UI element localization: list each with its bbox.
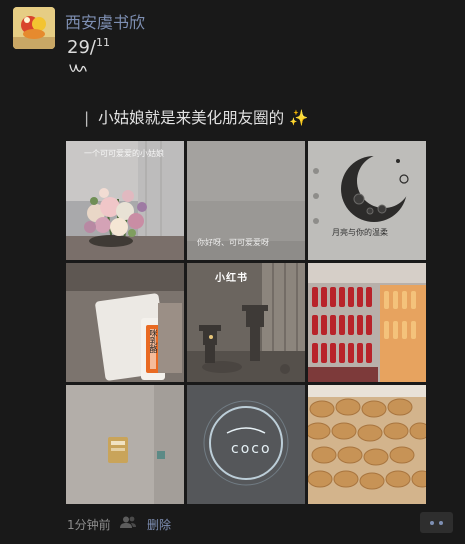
photo-flowers[interactable]: 一个可可爱爱的小姑娘 (66, 141, 184, 260)
photo-plain-wall[interactable]: 你好呀、可可爱爱呀 (187, 141, 305, 260)
photo-moon-drawing-image (308, 141, 426, 260)
post-date-day: 29/ (67, 37, 96, 58)
more-dots-icon (430, 520, 434, 525)
photo-stone-lanterns[interactable]: 小红书 (187, 263, 305, 382)
post-time: 1分钟前 (67, 518, 111, 532)
photo-plain-wall-text: 你好呀、可可爱爱呀 (197, 238, 269, 247)
photo-neon-sign-text: coco (231, 441, 272, 457)
post-date: 29/11 (67, 36, 110, 58)
photo-cola-fridge-image (308, 263, 426, 382)
photo-milk-tea-text: 咪乳酪 (149, 329, 158, 353)
photo-wall-sign-image (66, 385, 184, 504)
photo-flowers-text: 一个可可爱爱的小姑娘 (84, 149, 164, 158)
post-caption: | 小姑娘就是来美化朋友圈的 ✨ (84, 106, 308, 128)
username[interactable]: 西安虞书欣 (65, 9, 145, 33)
avatar[interactable] (13, 7, 55, 49)
post-date-month: 11 (95, 36, 110, 49)
photo-moon-drawing[interactable]: 月亮与你的温柔 (308, 141, 426, 260)
more-button[interactable] (420, 512, 453, 533)
caption-text: 小姑娘就是来美化朋友圈的 (98, 109, 285, 127)
avatar-image (13, 7, 55, 49)
photo-wall-sign[interactable] (66, 385, 184, 504)
caption-bar: | (84, 109, 90, 127)
photo-neon-sign[interactable]: coco (187, 385, 305, 504)
more-dots-icon (439, 520, 443, 525)
photo-bread-tray-image (308, 385, 426, 504)
photo-grid: 一个可可爱爱的小姑娘 你好呀、可可爱爱呀 月亮与你的温柔 咪乳酪 小红书 coc… (66, 141, 426, 504)
friends-icon[interactable] (119, 515, 137, 529)
photo-cola-fridge[interactable] (308, 263, 426, 382)
photo-milk-tea-image (66, 263, 184, 382)
signature-icon (69, 64, 87, 73)
photo-moon-drawing-text: 月亮与你的温柔 (332, 228, 388, 237)
photo-bread-tray[interactable] (308, 385, 426, 504)
photo-stone-lanterns-text: 小红书 (215, 273, 248, 284)
photo-milk-tea[interactable]: 咪乳酪 (66, 263, 184, 382)
delete-button[interactable]: 删除 (147, 516, 171, 533)
sparkle-emoji: ✨ (289, 109, 309, 127)
